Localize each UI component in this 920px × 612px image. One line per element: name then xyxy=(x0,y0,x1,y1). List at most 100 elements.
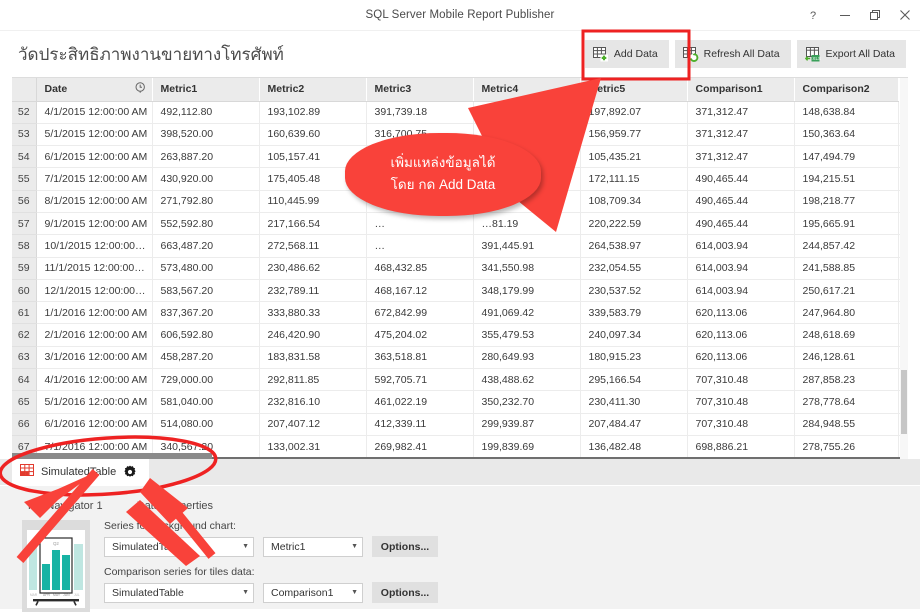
table-cell[interactable]: 180,915.23 xyxy=(580,346,687,368)
export-all-data-button[interactable]: XLS Export All Data xyxy=(797,40,906,68)
table-tab-simulatedtable[interactable]: SimulatedTable xyxy=(12,459,149,485)
table-cell[interactable]: 148,638.84 xyxy=(794,101,898,123)
column-header-comparison1[interactable]: Comparison1 xyxy=(687,78,794,101)
gear-icon[interactable] xyxy=(123,465,137,479)
table-row[interactable]: 5810/1/2015 12:00:00…663,487.20272,568.1… xyxy=(12,235,908,257)
column-header-metric5[interactable]: Metric5 xyxy=(580,78,687,101)
table-cell[interactable]: 246,128.61 xyxy=(794,346,898,368)
table-cell[interactable]: 9/1/2015 12:00:00 AM xyxy=(36,212,152,234)
table-cell[interactable]: 194,215.51 xyxy=(794,168,898,190)
table-cell[interactable]: 371,312.47 xyxy=(687,146,794,168)
table-cell[interactable]: … xyxy=(366,212,473,234)
row-number-cell[interactable]: 54 xyxy=(12,146,36,168)
table-cell[interactable]: 2/1/2016 12:00:00 AM xyxy=(36,324,152,346)
table-cell[interactable]: 278,778.64 xyxy=(794,391,898,413)
table-cell[interactable]: 271,792.80 xyxy=(152,190,259,212)
table-cell[interactable]: 183,831.58 xyxy=(259,346,366,368)
table-cell[interactable]: 581,040.00 xyxy=(152,391,259,413)
table-cell[interactable]: 199,839.69 xyxy=(473,435,580,457)
table-row[interactable]: 655/1/2016 12:00:00 AM581,040.00232,816.… xyxy=(12,391,908,413)
table-row[interactable]: 6012/1/2015 12:00:00…583,567.20232,789.1… xyxy=(12,279,908,301)
column-header-date[interactable]: Date xyxy=(36,78,152,101)
table-cell[interactable]: 264,538.97 xyxy=(580,235,687,257)
table-cell[interactable]: 606,592.80 xyxy=(152,324,259,346)
table-cell[interactable]: 350,232.70 xyxy=(473,391,580,413)
table-cell[interactable]: 6/1/2015 12:00:00 AM xyxy=(36,146,152,168)
table-cell[interactable]: 339,583.79 xyxy=(580,302,687,324)
table-cell[interactable]: 11/1/2015 12:00:00… xyxy=(36,257,152,279)
table-cell[interactable]: 391,739.18 xyxy=(366,101,473,123)
table-row[interactable]: 524/1/2015 12:00:00 AM492,112.80193,102.… xyxy=(12,101,908,123)
grid-vertical-scroll-thumb[interactable] xyxy=(901,370,907,434)
table-cell[interactable]: 299,939.87 xyxy=(473,413,580,435)
table-cell[interactable]: 105,435.21 xyxy=(580,146,687,168)
table-cell[interactable]: 136,482.48 xyxy=(580,435,687,457)
table-cell[interactable]: 592,705.71 xyxy=(366,369,473,391)
table-cell[interactable]: 573,480.00 xyxy=(152,257,259,279)
table-cell[interactable]: 475,204.02 xyxy=(366,324,473,346)
table-cell[interactable]: 12/1/2015 12:00:00… xyxy=(36,279,152,301)
table-row[interactable]: 633/1/2016 12:00:00 AM458,287.20183,831.… xyxy=(12,346,908,368)
table-cell[interactable]: 150,363.64 xyxy=(794,123,898,145)
tab-tile-navigator-1[interactable]: Tile Navigator 1 xyxy=(22,500,133,514)
table-cell[interactable]: 280,649.93 xyxy=(473,346,580,368)
table-cell[interactable]: 250,617.21 xyxy=(794,279,898,301)
help-icon[interactable]: ? xyxy=(800,0,830,30)
table-cell[interactable]: 198,218.77 xyxy=(794,190,898,212)
table-cell[interactable]: 8/1/2015 12:00:00 AM xyxy=(36,190,152,212)
table-cell[interactable]: 729,000.00 xyxy=(152,369,259,391)
table-cell[interactable]: 232,789.11 xyxy=(259,279,366,301)
comparison-series-table-select[interactable]: SimulatedTable ▼ xyxy=(104,583,254,603)
table-cell[interactable]: 552,592.80 xyxy=(152,212,259,234)
table-cell[interactable]: 371,312.47 xyxy=(687,123,794,145)
table-cell[interactable]: 614,003.94 xyxy=(687,235,794,257)
table-cell[interactable]: 1/1/2016 12:00:00 AM xyxy=(36,302,152,324)
row-number-cell[interactable]: 60 xyxy=(12,279,36,301)
table-cell[interactable]: 491,069.42 xyxy=(473,302,580,324)
table-cell[interactable]: 391,445.91 xyxy=(473,235,580,257)
table-cell[interactable]: 4/1/2016 12:00:00 AM xyxy=(36,369,152,391)
row-number-cell[interactable]: 55 xyxy=(12,168,36,190)
table-cell[interactable]: 412,339.11 xyxy=(366,413,473,435)
table-cell[interactable]: 514,080.00 xyxy=(152,413,259,435)
table-cell[interactable]: 614,003.94 xyxy=(687,279,794,301)
table-cell[interactable]: 663,487.20 xyxy=(152,235,259,257)
table-cell[interactable]: 220,222.59 xyxy=(580,212,687,234)
table-cell[interactable]: 240,097.34 xyxy=(580,324,687,346)
column-header-metric4[interactable]: Metric4 xyxy=(473,78,580,101)
table-cell[interactable]: 207,407.12 xyxy=(259,413,366,435)
table-cell[interactable]: 284,948.55 xyxy=(794,413,898,435)
table-cell[interactable]: 295,166.54 xyxy=(580,369,687,391)
table-cell[interactable]: 698,886.21 xyxy=(687,435,794,457)
row-number-cell[interactable]: 66 xyxy=(12,413,36,435)
table-cell[interactable]: 147,494.79 xyxy=(794,146,898,168)
table-cell[interactable]: 6/1/2016 12:00:00 AM xyxy=(36,413,152,435)
column-header-metric1[interactable]: Metric1 xyxy=(152,78,259,101)
table-row[interactable]: 666/1/2016 12:00:00 AM514,080.00207,407.… xyxy=(12,413,908,435)
table-cell[interactable]: 5/1/2015 12:00:00 AM xyxy=(36,123,152,145)
comparison-series-column-select[interactable]: Comparison1 ▼ xyxy=(263,583,363,603)
table-cell[interactable]: 348,179.99 xyxy=(473,279,580,301)
table-cell[interactable]: 4/1/2015 12:00:00 AM xyxy=(36,101,152,123)
table-cell[interactable]: 299,674.94 xyxy=(473,101,580,123)
table-cell[interactable]: 108,709.34 xyxy=(580,190,687,212)
column-header-comparison2[interactable]: Comparison2 xyxy=(794,78,898,101)
table-cell[interactable]: 110,445.99 xyxy=(259,190,366,212)
table-cell[interactable]: 247,964.80 xyxy=(794,302,898,324)
table-cell[interactable]: 263,887.20 xyxy=(152,146,259,168)
table-cell[interactable]: 430,920.00 xyxy=(152,168,259,190)
table-cell[interactable]: 363,518.81 xyxy=(366,346,473,368)
table-cell[interactable]: 244,857.42 xyxy=(794,235,898,257)
grid-vertical-scrollbar[interactable] xyxy=(900,78,908,459)
table-cell[interactable]: 232,054.55 xyxy=(580,257,687,279)
table-cell[interactable]: 620,113.06 xyxy=(687,346,794,368)
table-cell[interactable]: 707,310.48 xyxy=(687,391,794,413)
grid-horizontal-scroll-thumb[interactable] xyxy=(12,453,212,459)
table-cell[interactable]: 707,310.48 xyxy=(687,369,794,391)
table-cell[interactable]: 438,488.62 xyxy=(473,369,580,391)
table-row[interactable]: 644/1/2016 12:00:00 AM729,000.00292,811.… xyxy=(12,369,908,391)
table-cell[interactable]: 5/1/2016 12:00:00 AM xyxy=(36,391,152,413)
table-cell[interactable]: 468,167.12 xyxy=(366,279,473,301)
table-cell[interactable]: 248,618.69 xyxy=(794,324,898,346)
table-cell[interactable]: 461,022.19 xyxy=(366,391,473,413)
